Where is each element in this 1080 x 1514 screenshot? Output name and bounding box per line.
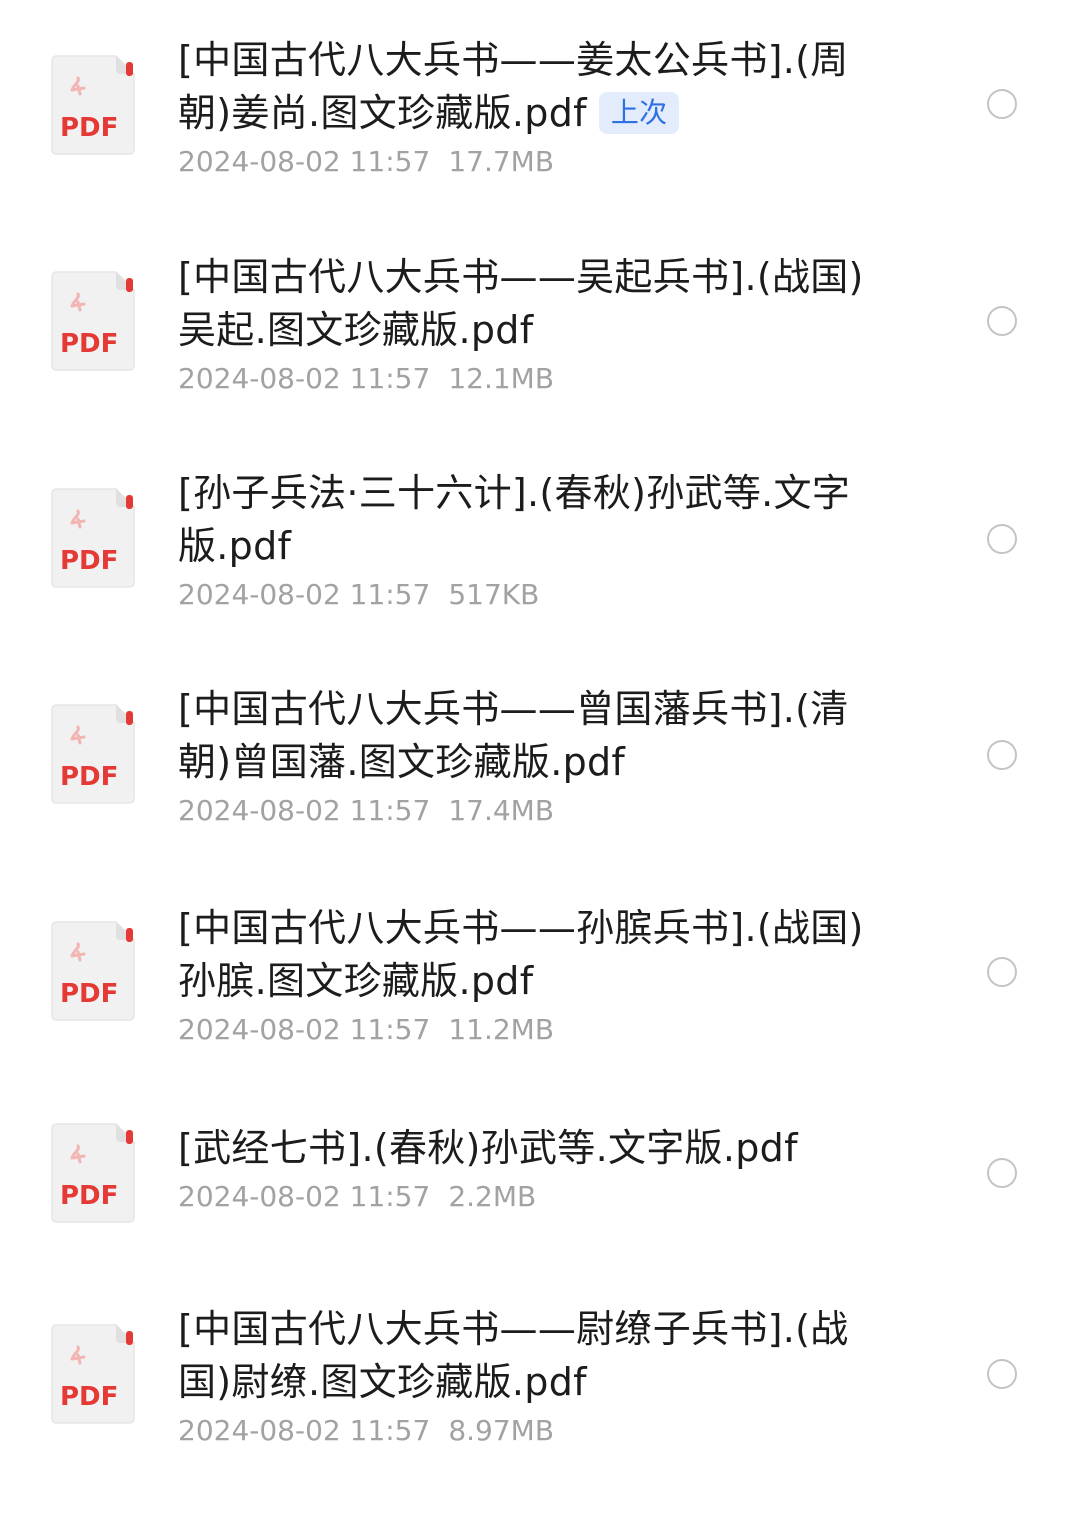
file-size: 17.7MB (448, 145, 555, 178)
select-radio[interactable] (987, 1359, 1017, 1389)
pdf-file-icon-graphic: PDF (51, 1123, 135, 1223)
file-row[interactable]: PDF [武经七书].(春秋)孙武等.文字版.pdf 2024-08-02 11… (0, 1088, 1080, 1278)
pdf-label: PDF (60, 1382, 118, 1412)
pdf-file-icon: PDF (50, 703, 136, 805)
file-date: 2024-08-02 11:57 (178, 1013, 431, 1046)
file-meta: 2024-08-02 11:57 8.97MB (178, 1411, 878, 1451)
file-text: [中国古代八大兵书——孙膑兵书].(战国)孙膑.图文珍藏版.pdf 2024-0… (178, 902, 878, 1050)
file-name-text: [中国古代八大兵书——姜太公兵书].(周朝)姜尚.图文珍藏版.pdf (178, 38, 849, 135)
file-date: 2024-08-02 11:57 (178, 1414, 431, 1447)
select-radio[interactable] (987, 957, 1017, 987)
pdf-file-icon-graphic: PDF (51, 921, 135, 1021)
file-size: 8.97MB (448, 1414, 555, 1447)
pdf-file-icon-graphic: PDF (51, 488, 135, 588)
select-radio[interactable] (987, 306, 1017, 336)
file-meta: 2024-08-02 11:57 11.2MB (178, 1010, 878, 1050)
pdf-file-icon-graphic: PDF (51, 704, 135, 804)
file-row[interactable]: PDF [中国古代八大兵书——孙膑兵书].(战国)孙膑.图文珍藏版.pdf 20… (0, 868, 1080, 1088)
file-name: [中国古代八大兵书——曾国藩兵书].(清朝)曾国藩.图文珍藏版.pdf (178, 687, 849, 784)
file-row[interactable]: PDF [孙子兵法·三十六计].(春秋)孙武等.文字版.pdf 2024-08-… (0, 435, 1080, 650)
pdf-file-icon: PDF (50, 1323, 136, 1425)
file-meta: 2024-08-02 11:57 17.7MB (178, 142, 878, 182)
pdf-file-icon: PDF (50, 270, 136, 372)
last-opened-badge: 上次 (598, 92, 680, 134)
select-radio[interactable] (987, 524, 1017, 554)
pdf-label: PDF (60, 113, 118, 143)
file-text: [孙子兵法·三十六计].(春秋)孙武等.文字版.pdf 2024-08-02 1… (178, 467, 878, 615)
file-meta: 2024-08-02 11:57 12.1MB (178, 359, 878, 399)
file-text: [中国古代八大兵书——吴起兵书].(战国)吴起.图文珍藏版.pdf 2024-0… (178, 251, 878, 399)
file-text: [中国古代八大兵书——曾国藩兵书].(清朝)曾国藩.图文珍藏版.pdf 2024… (178, 683, 878, 831)
file-text: [中国古代八大兵书——尉缭子兵书].(战国)尉缭.图文珍藏版.pdf 2024-… (178, 1303, 878, 1451)
select-radio[interactable] (987, 740, 1017, 770)
file-row[interactable]: PDF [中国古代八大兵书——吴起兵书].(战国)吴起.图文珍藏版.pdf 20… (0, 220, 1080, 435)
pdf-file-icon-graphic: PDF (51, 55, 135, 155)
file-date: 2024-08-02 11:57 (178, 1180, 431, 1213)
file-date: 2024-08-02 11:57 (178, 794, 431, 827)
pdf-label: PDF (60, 1181, 118, 1211)
file-size: 2.2MB (448, 1180, 537, 1213)
file-date: 2024-08-02 11:57 (178, 362, 431, 395)
file-date: 2024-08-02 11:57 (178, 145, 431, 178)
pdf-file-icon-graphic: PDF (51, 1324, 135, 1424)
pdf-label: PDF (60, 329, 118, 359)
file-name: [中国古代八大兵书——吴起兵书].(战国)吴起.图文珍藏版.pdf (178, 255, 864, 352)
file-meta: 2024-08-02 11:57 17.4MB (178, 791, 878, 831)
file-text: [武经七书].(春秋)孙武等.文字版.pdf 2024-08-02 11:57 2… (178, 1122, 878, 1217)
file-name: [武经七书].(春秋)孙武等.文字版.pdf (178, 1126, 798, 1170)
file-row[interactable]: PDF [中国古代八大兵书——姜太公兵书].(周朝)姜尚.图文珍藏版.pdf 上次… (0, 0, 1080, 220)
file-size: 12.1MB (448, 362, 555, 395)
select-radio[interactable] (987, 89, 1017, 119)
select-radio[interactable] (987, 1158, 1017, 1188)
file-size: 517KB (448, 578, 540, 611)
file-list: PDF [中国古代八大兵书——姜太公兵书].(周朝)姜尚.图文珍藏版.pdf 上次… (0, 0, 1080, 1514)
pdf-label: PDF (60, 762, 118, 792)
pdf-file-icon: PDF (50, 920, 136, 1022)
pdf-file-icon: PDF (50, 54, 136, 156)
file-name: [中国古代八大兵书——孙膑兵书].(战国)孙膑.图文珍藏版.pdf (178, 906, 864, 1003)
file-name: [中国古代八大兵书——尉缭子兵书].(战国)尉缭.图文珍藏版.pdf (178, 1307, 849, 1404)
file-row[interactable]: PDF [中国古代八大兵书——尉缭子兵书].(战国)尉缭.图文珍藏版.pdf 2… (0, 1278, 1080, 1514)
file-size: 11.2MB (448, 1013, 555, 1046)
pdf-file-icon: PDF (50, 1122, 136, 1224)
file-size: 17.4MB (448, 794, 555, 827)
file-meta: 2024-08-02 11:57 517KB (178, 575, 878, 615)
file-date: 2024-08-02 11:57 (178, 578, 431, 611)
pdf-label: PDF (60, 979, 118, 1009)
pdf-file-icon-graphic: PDF (51, 271, 135, 371)
file-name: [孙子兵法·三十六计].(春秋)孙武等.文字版.pdf (178, 471, 851, 568)
file-row[interactable]: PDF [中国古代八大兵书——曾国藩兵书].(清朝)曾国藩.图文珍藏版.pdf … (0, 650, 1080, 868)
pdf-file-icon: PDF (50, 487, 136, 589)
file-meta: 2024-08-02 11:57 2.2MB (178, 1177, 878, 1217)
file-text: [中国古代八大兵书——姜太公兵书].(周朝)姜尚.图文珍藏版.pdf 上次 202… (178, 34, 878, 182)
pdf-label: PDF (60, 546, 118, 576)
file-name: [中国古代八大兵书——姜太公兵书].(周朝)姜尚.图文珍藏版.pdf 上次 (178, 34, 878, 140)
